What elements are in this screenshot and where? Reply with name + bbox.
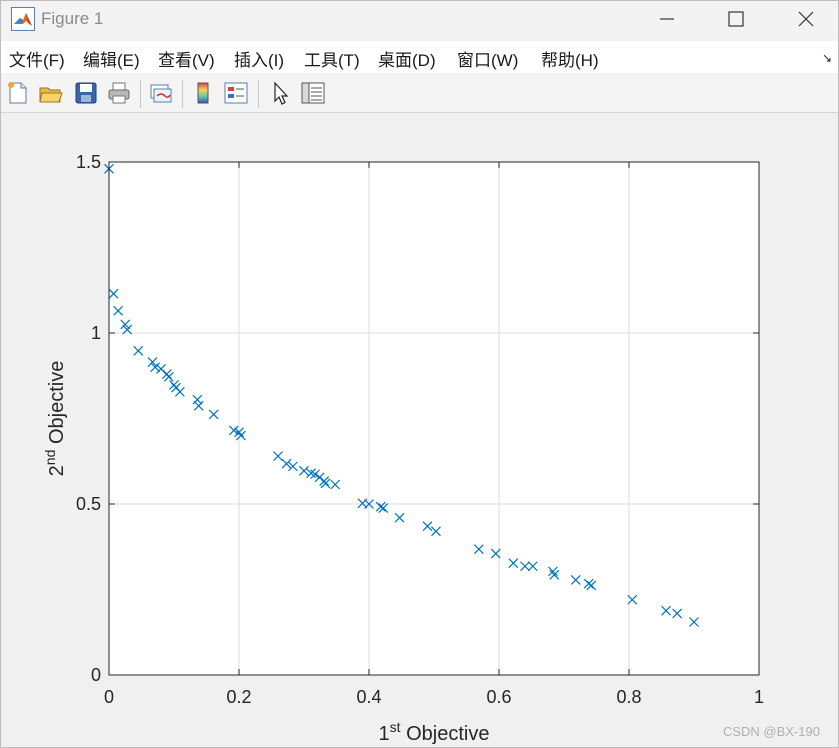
- link-plot-icon[interactable]: [148, 80, 174, 106]
- menu-file[interactable]: 文件(F): [9, 46, 65, 71]
- figure-window: Figure 1 文件(F) 编辑(E) 查看(V) 插入(I) 工具(T) 桌…: [0, 0, 839, 748]
- toolbar-separator: [182, 80, 183, 108]
- legend-icon[interactable]: [223, 80, 249, 106]
- axes-background: [109, 162, 759, 675]
- menu-overflow-icon[interactable]: ↘: [822, 51, 832, 65]
- save-icon[interactable]: [73, 80, 99, 106]
- y-tick-label: 1.5: [76, 152, 101, 172]
- y-tick-label: 1: [91, 323, 101, 343]
- title-bar: Figure 1: [1, 1, 838, 39]
- x-tick-label: 0.2: [226, 687, 251, 707]
- x-tick-label: 1: [754, 687, 764, 707]
- x-tick-label: 0.4: [356, 687, 381, 707]
- matlab-logo-icon: [11, 7, 35, 31]
- open-file-icon[interactable]: [38, 80, 64, 106]
- maximize-button[interactable]: [713, 1, 759, 37]
- scatter-plot[interactable]: 0 0.2 0.4 0.6 0.8 1 0 0.5 1 1.5 1st Objective 2nd…: [1, 113, 838, 747]
- colorbar-icon[interactable]: [190, 80, 216, 106]
- toolbar-separator: [140, 80, 141, 108]
- menu-window[interactable]: 窗口(W): [457, 46, 518, 71]
- print-icon[interactable]: [106, 80, 132, 106]
- x-tick-label: 0.8: [616, 687, 641, 707]
- x-axis-label: 1st Objective: [379, 719, 490, 745]
- window-title: Figure 1: [41, 9, 104, 28]
- close-button[interactable]: [783, 1, 829, 37]
- menu-tools[interactable]: 工具(T): [304, 46, 360, 71]
- close-icon: [798, 11, 814, 27]
- x-tick-label: 0: [104, 687, 114, 707]
- menu-view[interactable]: 查看(V): [158, 46, 215, 71]
- minimize-icon: [660, 18, 674, 20]
- minimize-button[interactable]: [644, 1, 690, 37]
- figure-canvas: 0 0.2 0.4 0.6 0.8 1 0 0.5 1 1.5 1st Objective 2nd…: [1, 113, 838, 747]
- menu-bar: 文件(F) 编辑(E) 查看(V) 插入(I) 工具(T) 桌面(D) 窗口(W…: [1, 41, 838, 73]
- property-inspector-icon[interactable]: [300, 80, 326, 106]
- menu-edit[interactable]: 编辑(E): [83, 46, 140, 71]
- toolbar-separator: [258, 80, 259, 108]
- new-figure-icon[interactable]: [5, 80, 31, 106]
- menu-help[interactable]: 帮助(H): [541, 46, 599, 71]
- y-axis-label: 2nd Objective: [42, 361, 68, 477]
- maximize-icon: [728, 11, 744, 27]
- toolbar: [1, 74, 838, 113]
- menu-desktop[interactable]: 桌面(D): [378, 46, 436, 71]
- y-tick-label: 0.5: [76, 494, 101, 514]
- y-tick-label: 0: [91, 665, 101, 685]
- watermark: CSDN @BX-190: [722, 724, 820, 739]
- x-tick-label: 0.6: [486, 687, 511, 707]
- menu-insert[interactable]: 插入(I): [234, 46, 284, 71]
- pointer-icon[interactable]: [267, 80, 293, 106]
